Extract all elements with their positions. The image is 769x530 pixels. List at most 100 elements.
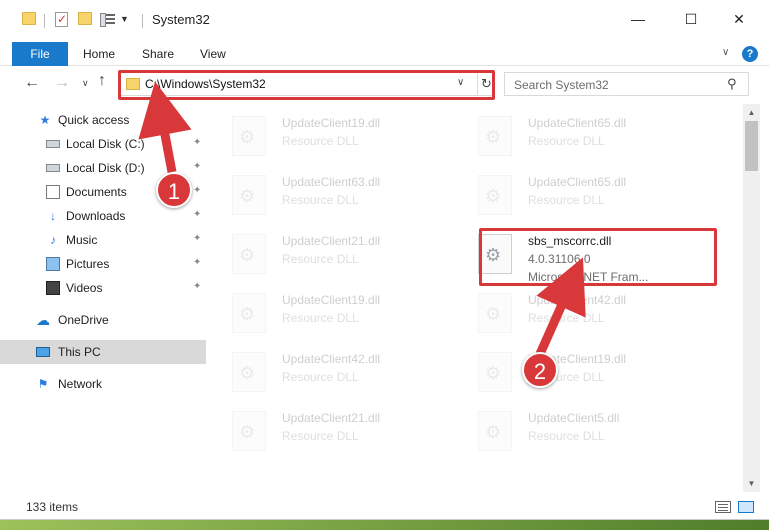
details-view-icon[interactable] xyxy=(715,501,731,513)
sidebar-item-quick-access[interactable]: ★ Quick access xyxy=(0,108,206,132)
tab-share[interactable]: Share xyxy=(142,42,174,66)
quick-access-dropdown-icon[interactable]: ▼ xyxy=(120,14,129,32)
sidebar-item-pictures[interactable]: Pictures ✦ xyxy=(0,252,206,276)
file-item[interactable]: UpdateClient63.dll Resource DLL xyxy=(210,169,450,227)
scroll-thumb[interactable] xyxy=(745,121,758,171)
help-icon[interactable]: ? xyxy=(742,46,758,62)
file-name: UpdateClient42.dll xyxy=(528,293,627,307)
dll-file-icon xyxy=(232,116,266,156)
vertical-scrollbar[interactable]: ▲ ▼ xyxy=(743,104,760,492)
item-count: 133 items xyxy=(26,500,79,514)
file-description: Resource DLL xyxy=(282,134,359,148)
status-bar: 133 items xyxy=(0,495,769,519)
file-item[interactable]: UpdateClient42.dll Resource DLL xyxy=(456,287,696,345)
forward-arrow-icon[interactable]: → xyxy=(54,74,70,92)
file-highlight-box xyxy=(479,228,717,286)
file-item[interactable]: UpdateClient42.dll Resource DLL xyxy=(210,346,450,404)
recent-locations-icon[interactable]: ∨ xyxy=(82,78,89,89)
file-description: Resource DLL xyxy=(528,311,605,325)
file-description: Resource DLL xyxy=(528,193,605,207)
network-icon: ⚑ xyxy=(37,377,49,391)
tab-view[interactable]: View xyxy=(200,42,226,66)
back-arrow-icon[interactable]: ← xyxy=(24,74,40,92)
divider xyxy=(142,14,143,28)
scroll-down-icon[interactable]: ▼ xyxy=(743,475,760,492)
sidebar-item-onedrive[interactable]: ☁ OneDrive xyxy=(0,308,206,332)
search-icon[interactable]: ⚲ xyxy=(727,76,737,92)
sidebar-item-label: OneDrive xyxy=(58,313,109,327)
step-1-callout: 1 xyxy=(156,172,192,208)
search-placeholder: Search System32 xyxy=(514,78,609,92)
file-name: UpdateClient19.dll xyxy=(282,293,381,307)
sidebar-item-music[interactable]: ♪ Music ✦ xyxy=(0,228,206,252)
pc-icon xyxy=(36,347,50,357)
file-name: UpdateClient21.dll xyxy=(282,411,381,425)
dll-file-icon xyxy=(232,352,266,392)
maximize-button[interactable]: ☐ xyxy=(668,6,714,32)
pin-icon[interactable]: ✦ xyxy=(193,281,201,292)
dll-file-icon xyxy=(478,175,512,215)
pin-icon[interactable]: ✦ xyxy=(193,161,201,172)
file-item[interactable]: UpdateClient19.dll Resource DLL xyxy=(210,287,450,345)
file-name: UpdateClient21.dll xyxy=(282,234,381,248)
pin-icon[interactable]: ✦ xyxy=(193,137,201,148)
sidebar-item-label: Documents xyxy=(66,185,127,199)
file-description: Resource DLL xyxy=(528,429,605,443)
pin-icon[interactable]: ✦ xyxy=(193,209,201,220)
tab-file[interactable]: File xyxy=(12,42,68,66)
sidebar-item-label: Pictures xyxy=(66,257,110,271)
new-folder-icon[interactable] xyxy=(78,12,92,25)
documents-icon xyxy=(46,185,60,199)
properties-check-icon[interactable] xyxy=(55,12,68,27)
file-name: UpdateClient65.dll xyxy=(528,175,627,189)
up-arrow-icon[interactable]: ↑ xyxy=(98,72,106,90)
folder-icon[interactable] xyxy=(22,12,36,25)
music-icon: ♪ xyxy=(50,233,56,247)
dll-file-icon xyxy=(478,293,512,333)
minimize-button[interactable]: — xyxy=(615,6,661,32)
file-list: UpdateClient19.dll Resource DLL UpdateCl… xyxy=(210,104,743,492)
download-icon: ↓ xyxy=(50,209,56,223)
ribbon-tabs: File Home Share View ∨ ? xyxy=(0,42,769,66)
pin-icon[interactable]: ✦ xyxy=(193,185,201,196)
file-name: UpdateClient65.dll xyxy=(528,116,627,130)
file-item[interactable]: UpdateClient19.dll Resource DLL xyxy=(210,110,450,168)
file-item[interactable]: UpdateClient65.dll Resource DLL xyxy=(456,169,696,227)
tab-home[interactable]: Home xyxy=(83,42,115,66)
file-item[interactable]: UpdateClient21.dll Resource DLL xyxy=(210,228,450,286)
search-input[interactable]: Search System32 ⚲ xyxy=(504,72,749,96)
sidebar-item-label: This PC xyxy=(58,345,101,359)
sidebar-item-label: Quick access xyxy=(58,113,130,127)
file-name: UpdateClient63.dll xyxy=(282,175,381,189)
file-description: Resource DLL xyxy=(282,311,359,325)
address-highlight-box xyxy=(118,70,495,100)
pin-icon[interactable]: ✦ xyxy=(193,257,201,268)
file-item[interactable]: UpdateClient19.dll Resource DLL xyxy=(456,346,696,404)
file-item[interactable]: UpdateClient5.dll Resource DLL xyxy=(456,405,696,463)
large-icons-view-icon[interactable] xyxy=(738,501,754,513)
close-button[interactable]: ✕ xyxy=(716,6,762,32)
file-description: Resource DLL xyxy=(282,193,359,207)
dll-file-icon xyxy=(232,411,266,451)
sidebar-item-label: Network xyxy=(58,377,103,391)
pin-icon[interactable]: ✦ xyxy=(193,233,201,244)
file-name: UpdateClient19.dll xyxy=(282,116,381,130)
file-description: Resource DLL xyxy=(528,134,605,148)
dll-file-icon xyxy=(478,352,512,392)
file-item[interactable]: UpdateClient65.dll Resource DLL xyxy=(456,110,696,168)
sidebar-item-label: Local Disk (D:) xyxy=(66,161,145,175)
title-bar: ▼ System32 — ☐ ✕ xyxy=(0,0,769,38)
sidebar-item-local-disk-c[interactable]: Local Disk (C:) ✦ xyxy=(0,132,206,156)
scroll-up-icon[interactable]: ▲ xyxy=(743,104,760,121)
sidebar-item-videos[interactable]: Videos ✦ xyxy=(0,276,206,300)
disk-icon xyxy=(46,164,60,172)
expand-ribbon-icon[interactable]: ∨ xyxy=(722,47,729,58)
star-icon: ★ xyxy=(39,113,51,127)
sidebar-item-network[interactable]: ⚑ Network xyxy=(0,372,206,396)
customize-toolbar-icon[interactable] xyxy=(100,12,116,27)
sidebar-item-this-pc[interactable]: This PC xyxy=(0,340,206,364)
dll-file-icon xyxy=(232,234,266,274)
pictures-icon xyxy=(46,257,60,271)
file-item[interactable]: UpdateClient21.dll Resource DLL xyxy=(210,405,450,463)
divider xyxy=(44,14,45,28)
